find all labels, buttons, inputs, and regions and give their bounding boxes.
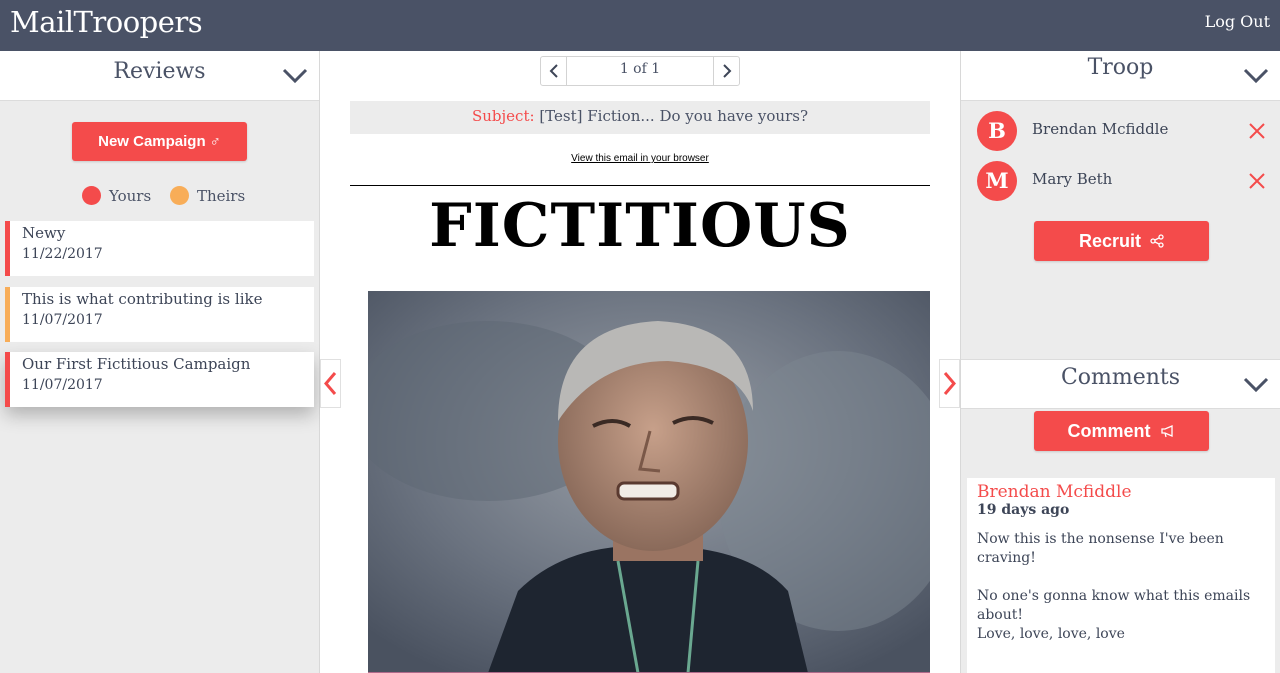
campaign-name: Our First Fictitious Campaign — [22, 355, 251, 373]
campaign-item[interactable]: This is what contributing is like 11/07/… — [5, 287, 314, 342]
yours-dot-icon — [82, 186, 101, 205]
reviews-title: Reviews — [113, 59, 206, 84]
campaign-date: 11/07/2017 — [22, 377, 103, 393]
comment-card: Brendan Mcfiddle 19 days ago Now this is… — [967, 478, 1275, 673]
troop-header: Troop — [961, 51, 1280, 101]
close-icon[interactable] — [1247, 121, 1267, 141]
chevron-right-icon — [943, 372, 956, 395]
reviews-header: Reviews — [0, 51, 319, 101]
troop-member: M Mary Beth — [977, 161, 1267, 201]
chevron-left-icon — [324, 372, 337, 395]
top-bar: MailTroopers Log Out — [0, 0, 1280, 51]
chevron-down-icon[interactable] — [282, 68, 308, 84]
recruit-label: Recruit — [1078, 231, 1141, 251]
pager-prev-button[interactable] — [541, 57, 567, 85]
troop-member: B Brendan Mcfiddle — [977, 111, 1267, 151]
comment-timestamp: 19 days ago — [977, 502, 1070, 518]
male-symbol-icon: ♂ — [209, 133, 221, 150]
member-name: Brendan Mcfiddle — [1032, 120, 1169, 138]
campaign-date: 11/22/2017 — [22, 246, 103, 262]
share-icon — [1150, 221, 1164, 261]
logout-link[interactable]: Log Out — [1205, 12, 1270, 31]
recruit-button[interactable]: Recruit — [1034, 221, 1209, 261]
avatar: B — [977, 111, 1017, 151]
campaign-date: 11/07/2017 — [22, 312, 103, 328]
chevron-down-icon[interactable] — [1243, 68, 1269, 84]
comment-body: Now this is the nonsense I've been cravi… — [977, 531, 1251, 642]
pager-next-button[interactable] — [713, 57, 739, 85]
previous-email-button[interactable] — [320, 359, 341, 408]
chevron-down-icon[interactable] — [1243, 377, 1269, 393]
comment-button[interactable]: Comment — [1034, 411, 1209, 451]
avatar: M — [977, 161, 1017, 201]
close-icon[interactable] — [1247, 171, 1267, 191]
view-in-browser-link[interactable]: View this email in your browser — [320, 153, 960, 164]
theirs-dot-icon — [169, 186, 189, 205]
legend-theirs-label: Theirs — [196, 187, 246, 205]
owner-legend: Yours Theirs — [82, 186, 259, 205]
member-name: Mary Beth — [1032, 170, 1113, 188]
reviews-panel: Reviews New Campaign ♂ Yours Theirs Newy … — [0, 51, 320, 673]
next-email-button[interactable] — [939, 359, 960, 408]
pager-text: 1 of 1 — [619, 61, 661, 77]
email-pager: 1 of 1 — [540, 56, 740, 86]
subject-label: Subject: — [471, 107, 535, 125]
email-hero-image — [368, 291, 930, 673]
legend-yours: Yours — [82, 186, 151, 205]
legend-yours-label: Yours — [109, 187, 152, 205]
email-subject: Subject: [Test] Fiction... Do you have y… — [350, 101, 930, 134]
chevron-left-icon — [549, 64, 558, 78]
new-campaign-label: New Campaign — [98, 133, 206, 150]
comments-title: Comments — [1060, 365, 1181, 390]
comments-header: Comments — [961, 359, 1280, 409]
divider — [350, 185, 930, 186]
campaign-name: Newy — [22, 224, 66, 242]
campaign-item[interactable]: Newy 11/22/2017 — [5, 221, 314, 276]
legend-theirs: Theirs — [169, 186, 246, 205]
new-campaign-button[interactable]: New Campaign ♂ — [72, 122, 247, 161]
campaign-item[interactable]: Our First Fictitious Campaign 11/07/2017 — [5, 352, 314, 407]
campaign-name: This is what contributing is like — [22, 290, 263, 308]
email-preview: 1 of 1 Subject: [Test] Fiction... Do you… — [320, 51, 960, 673]
comment-label: Comment — [1067, 421, 1151, 441]
troop-panel: Troop B Brendan Mcfiddle M Mary Beth Rec… — [960, 51, 1280, 673]
subject-text: [Test] Fiction... Do you have yours? — [539, 107, 808, 125]
email-headline: FICTITIOUS — [429, 191, 851, 261]
troop-title: Troop — [1087, 55, 1154, 80]
chevron-right-icon — [723, 64, 732, 78]
megaphone-icon — [1160, 411, 1176, 451]
brand-logo[interactable]: MailTroopers — [10, 5, 203, 39]
comment-author[interactable]: Brendan Mcfiddle — [977, 482, 1265, 502]
